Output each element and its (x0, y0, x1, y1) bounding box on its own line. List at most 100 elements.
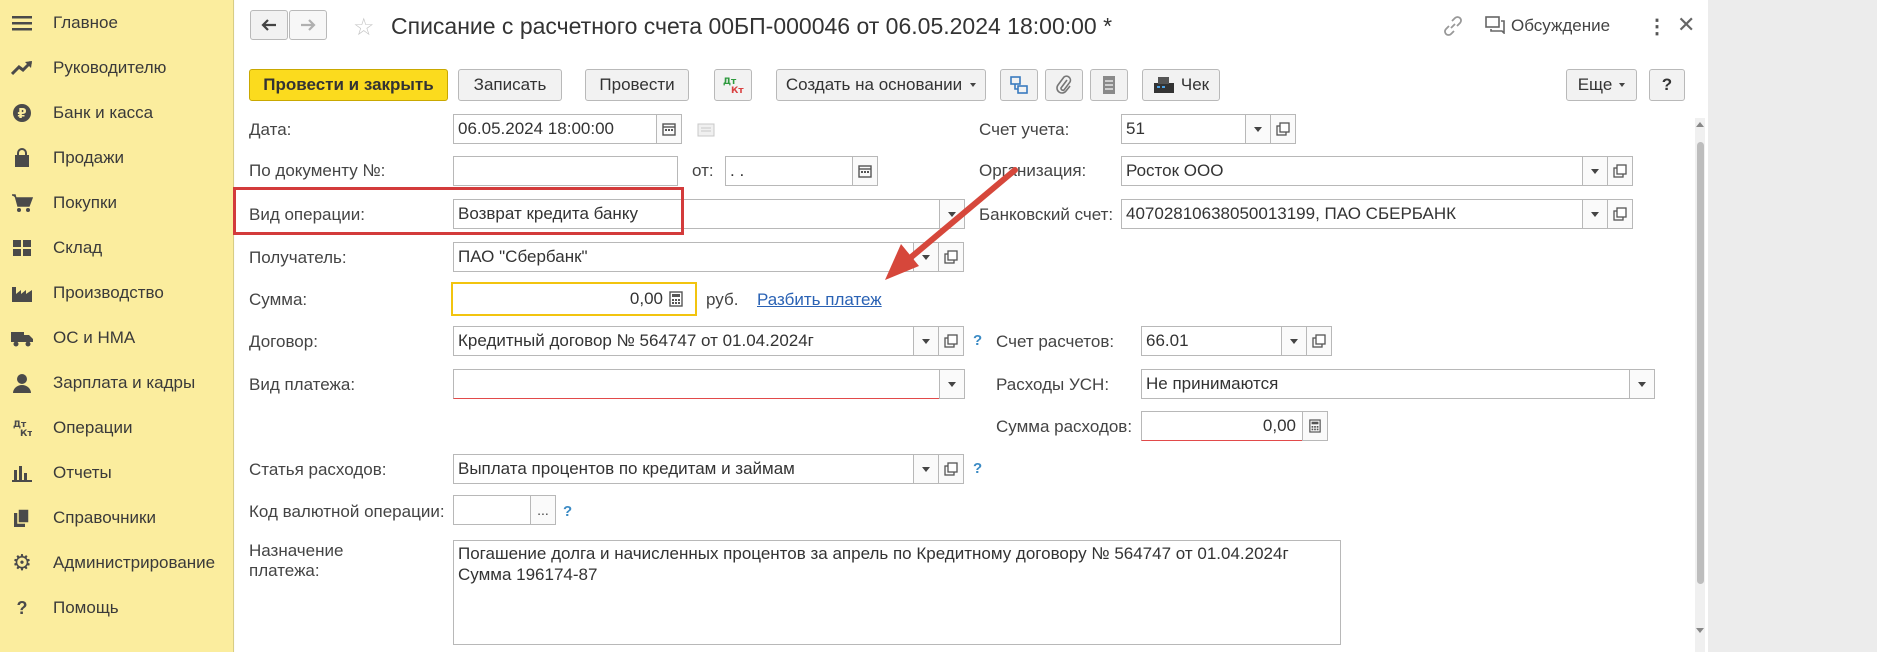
currency-op-help-icon[interactable]: ? (563, 503, 572, 520)
open-icon (944, 462, 958, 476)
account-dropdown[interactable] (1245, 114, 1271, 144)
payment-type-dropdown[interactable] (939, 369, 965, 399)
close-icon[interactable]: ✕ (1677, 12, 1695, 38)
expense-item-help-icon[interactable]: ? (973, 460, 982, 477)
expense-item-label: Статья расходов: (249, 460, 387, 479)
date-field[interactable]: 06.05.2024 18:00:00 (453, 114, 657, 144)
calculator-icon[interactable] (669, 291, 683, 312)
receipt-button[interactable]: Чек (1142, 69, 1220, 101)
highlight-box (233, 187, 684, 235)
attach-button[interactable] (1045, 69, 1083, 101)
create-based-on-label: Создать на основании (785, 75, 963, 94)
post-button[interactable]: Провести (585, 69, 689, 101)
sidebar-item-manager[interactable]: Руководителю (0, 48, 234, 88)
settlement-account-field[interactable]: 66.01 (1141, 326, 1291, 356)
doc-number-label: По документу №: (249, 161, 386, 180)
back-button[interactable] (250, 10, 288, 40)
create-based-on-button[interactable]: Создать на основании (776, 69, 986, 101)
sidebar-item-operations[interactable]: Дт Кт Операции (0, 408, 234, 448)
organization-open-button[interactable] (1607, 156, 1633, 186)
chevron-down-icon (1591, 211, 1599, 217)
sidebar-item-assets[interactable]: ОС и НМА (0, 318, 234, 358)
dt-kt-icon: ДтКт (10, 416, 34, 440)
currency-op-select-button[interactable]: ... (530, 495, 556, 525)
sidebar-item-directories[interactable]: Справочники (0, 498, 234, 538)
comment-icon[interactable] (697, 122, 715, 142)
contract-field[interactable]: Кредитный договор № 564747 от 01.04.2024… (453, 326, 920, 356)
more-vertical-icon[interactable]: ⋮ (1647, 14, 1667, 39)
help-button[interactable]: ? (1649, 69, 1685, 101)
link-icon[interactable] (1442, 15, 1464, 42)
sidebar-item-reports[interactable]: Отчеты (0, 453, 234, 493)
account-open-button[interactable] (1270, 114, 1296, 144)
contract-help-icon[interactable]: ? (973, 332, 982, 349)
more-button[interactable]: Еще (1566, 69, 1637, 101)
recipient-label: Получатель: (249, 248, 347, 267)
bank-account-open-button[interactable] (1607, 199, 1633, 229)
from-date-field[interactable]: . . (725, 156, 853, 186)
sidebar-item-bank[interactable]: ₽ Банк и касса (0, 93, 234, 133)
sidebar-item-label: Главное (53, 13, 118, 32)
settlement-account-open-button[interactable] (1306, 326, 1332, 356)
organization-dropdown[interactable] (1582, 156, 1608, 186)
chevron-down-icon (1591, 168, 1599, 174)
contract-label: Договор: (249, 332, 318, 351)
sidebar-item-warehouse[interactable]: Склад (0, 228, 234, 268)
cart-icon (10, 191, 34, 215)
sidebar-item-sales[interactable]: Продажи (0, 138, 234, 178)
usn-expenses-dropdown[interactable] (1629, 369, 1655, 399)
organization-field[interactable]: Росток ООО (1121, 156, 1583, 186)
paperclip-icon (1056, 75, 1072, 94)
currency-label: руб. (706, 290, 739, 309)
sidebar-item-label: Администрирование (53, 553, 216, 572)
chevron-down-icon (922, 338, 930, 344)
contract-open-button[interactable] (938, 326, 964, 356)
expense-sum-calculator-button[interactable] (1302, 411, 1328, 441)
expense-item-open-button[interactable] (938, 454, 964, 484)
calendar-button[interactable] (656, 114, 682, 144)
expense-item-field[interactable]: Выплата процентов по кредитам и займам (453, 454, 920, 484)
discussion-icon[interactable] (1485, 16, 1505, 39)
favorite-star-icon[interactable]: ☆ (353, 13, 375, 42)
sidebar-item-purchases[interactable]: Покупки (0, 183, 234, 223)
sum-field[interactable]: 0,00 (451, 282, 697, 316)
sidebar-item-production[interactable]: Производство (0, 273, 234, 313)
dt-kt-button[interactable]: Дт Кт (714, 69, 752, 101)
sidebar-item-label: Покупки (53, 193, 117, 212)
chevron-down-icon (1638, 381, 1646, 387)
expense-sum-field[interactable]: 0,00 (1141, 411, 1303, 441)
books-icon (10, 506, 34, 530)
purpose-textarea[interactable]: Погашение долга и начисленных процентов … (453, 540, 1341, 645)
calculator-icon (1309, 419, 1321, 433)
truck-icon (10, 326, 34, 350)
page-title: Списание с расчетного счета 00БП-000046 … (391, 13, 1113, 39)
doc-number-field[interactable] (453, 156, 678, 186)
usn-expenses-field[interactable]: Не принимаются (1141, 369, 1630, 399)
scroll-up-arrow-icon[interactable] (1696, 122, 1704, 127)
calendar-icon (662, 123, 676, 136)
report-button[interactable] (1090, 69, 1128, 101)
discussion-link[interactable]: Обсуждение (1511, 16, 1610, 36)
sidebar-item-help[interactable]: ? Помощь (0, 588, 234, 628)
from-date-label: от: (692, 161, 714, 180)
scrollbar-thumb[interactable] (1697, 142, 1704, 584)
expense-item-dropdown[interactable] (913, 454, 939, 484)
save-button[interactable]: Записать (458, 69, 562, 101)
menu-icon (10, 11, 34, 35)
structure-button[interactable] (1000, 69, 1038, 101)
sidebar-item-admin[interactable]: ⚙ Администрирование (0, 543, 234, 583)
dt-kt-icon: ДтКт (723, 77, 744, 95)
sidebar-item-salary[interactable]: Зарплата и кадры (0, 363, 234, 403)
sidebar-item-main[interactable]: Главное (0, 3, 234, 43)
scroll-down-arrow-icon[interactable] (1696, 628, 1704, 633)
payment-type-field[interactable] (453, 369, 962, 399)
contract-dropdown[interactable] (913, 326, 939, 356)
post-and-close-button[interactable]: Провести и закрыть (249, 69, 448, 101)
forward-button[interactable] (289, 10, 327, 40)
account-field[interactable]: 51 (1121, 114, 1251, 144)
currency-op-field[interactable] (453, 495, 531, 525)
settlement-account-dropdown[interactable] (1281, 326, 1307, 356)
document-form: ☆ Списание с расчетного счета 00БП-00004… (233, 0, 1708, 652)
bank-account-field[interactable]: 40702810638050013199, ПАО СБЕРБАНК (1121, 199, 1583, 229)
bank-account-dropdown[interactable] (1582, 199, 1608, 229)
